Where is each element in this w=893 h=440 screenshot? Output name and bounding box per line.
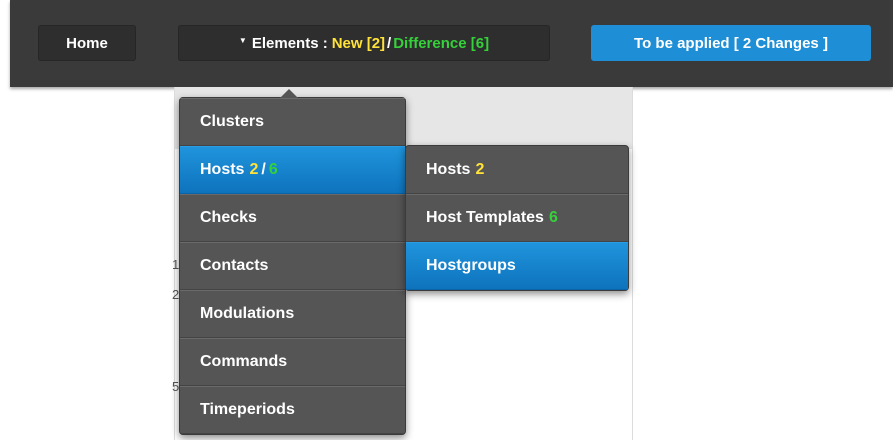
dropdown-pointer bbox=[280, 89, 298, 98]
hosts-difference-count: 6 bbox=[268, 161, 278, 178]
menu-item-timeperiods[interactable]: Timeperiods bbox=[180, 386, 405, 434]
submenu-item-label: Host Templates bbox=[426, 209, 544, 226]
menu-item-commands[interactable]: Commands bbox=[180, 338, 405, 386]
submenu-item-label: Hosts bbox=[426, 160, 471, 178]
menu-item-label: Commands bbox=[200, 353, 288, 370]
submenu-item-hostgroups[interactable]: Hostgroups bbox=[406, 242, 628, 290]
submenu-item-host-templates[interactable]: Host Templates 6 bbox=[406, 194, 628, 242]
menu-item-label: Contacts bbox=[200, 257, 269, 274]
difference-count-label: Difference [6] bbox=[393, 34, 490, 52]
submenu-hosts-count: 2 bbox=[475, 160, 485, 178]
menu-item-label: Clusters bbox=[200, 113, 265, 130]
menu-item-label: Hosts bbox=[200, 161, 245, 178]
menu-item-label: Checks bbox=[200, 209, 257, 226]
menu-item-modulations[interactable]: Modulations bbox=[180, 290, 405, 338]
home-button-label: Home bbox=[66, 34, 108, 52]
menu-item-hosts[interactable]: Hosts 2 / 6 bbox=[180, 146, 405, 194]
hosts-submenu: Hosts 2 Host Templates 6 Hostgroups bbox=[405, 145, 629, 291]
submenu-item-hosts[interactable]: Hosts 2 bbox=[406, 146, 628, 194]
hosts-count-separator: / bbox=[261, 161, 266, 178]
submenu-host-templates-count: 6 bbox=[548, 209, 558, 226]
menu-item-label: Timeperiods bbox=[200, 401, 295, 418]
elements-dropdown-menu: Clusters Hosts 2 / 6 Checks Contacts Mod… bbox=[179, 89, 406, 435]
menu-item-checks[interactable]: Checks bbox=[180, 194, 405, 242]
submenu-item-label: Hostgroups bbox=[426, 257, 516, 274]
home-button[interactable]: Home bbox=[38, 25, 136, 61]
elements-separator: / bbox=[387, 34, 392, 52]
top-navbar: Home ▼ Elements : New [2] / Difference [… bbox=[10, 0, 893, 87]
menu-item-clusters[interactable]: Clusters bbox=[180, 98, 405, 146]
to-be-applied-button[interactable]: To be applied [ 2 Changes ] bbox=[591, 25, 871, 61]
to-be-applied-label: To be applied [ 2 Changes ] bbox=[634, 34, 828, 52]
menu-item-contacts[interactable]: Contacts bbox=[180, 242, 405, 290]
new-count-label: New [2] bbox=[331, 34, 386, 52]
menu-item-label: Modulations bbox=[200, 305, 295, 322]
hosts-new-count: 2 bbox=[249, 161, 259, 178]
elements-label: Elements : bbox=[251, 34, 328, 52]
elements-dropdown-button[interactable]: ▼ Elements : New [2] / Difference [6] bbox=[178, 25, 550, 61]
caret-down-icon: ▼ bbox=[238, 35, 247, 45]
